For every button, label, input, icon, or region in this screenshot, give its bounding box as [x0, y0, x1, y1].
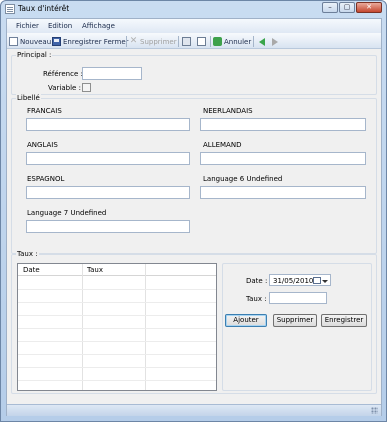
status-bar [7, 404, 381, 416]
new-button-label: Nouveau [20, 37, 52, 46]
forward-arrow-icon [272, 37, 278, 46]
forward-button[interactable] [272, 36, 278, 47]
language-6-input[interactable] [200, 186, 366, 199]
grid-row-line [18, 367, 216, 368]
new-document-icon [9, 37, 18, 46]
print-preview-button[interactable] [197, 36, 208, 47]
column-header-date[interactable]: Date [23, 266, 40, 274]
delete-rate-button[interactable]: Supprimer [273, 314, 317, 327]
print-button[interactable] [182, 36, 193, 47]
save-icon [52, 37, 61, 46]
menu-affichage[interactable]: Affichage [82, 22, 115, 30]
grid-column-divider [82, 264, 83, 390]
maximize-icon: ▢ [343, 3, 351, 11]
toolbar: Nouveau Enregistrer Fermer ✕ Supprimer A… [7, 33, 381, 49]
delete-x-icon: ✕ [129, 36, 138, 46]
client-area: Fichier Edition Affichage Nouveau Enregi… [6, 18, 382, 416]
allemand-input[interactable] [200, 152, 366, 165]
grid-row-line [18, 315, 216, 316]
resize-grip-icon[interactable] [371, 407, 378, 414]
taux-editor-panel: Date : 31/05/2010 Taux : Ajouter Supprim… [222, 263, 372, 391]
grid-column-divider [145, 264, 146, 390]
save-close-button[interactable]: Enregistrer Fermer [52, 36, 129, 47]
column-header-taux[interactable]: Taux [87, 266, 103, 274]
reference-input[interactable] [82, 67, 142, 80]
back-button[interactable] [259, 36, 265, 47]
taux-group: Taux : Date Taux Date : 31/05/2010 Taux … [11, 250, 377, 394]
principal-group-label: Principal : [16, 51, 53, 59]
date-value: 31/05/2010 [273, 277, 314, 285]
taux-label: Taux : [246, 295, 267, 303]
francais-input[interactable] [26, 118, 190, 131]
libelle-group-label: Libellé [16, 94, 41, 102]
menu-edition[interactable]: Edition [48, 22, 72, 30]
save-rate-button[interactable]: Enregistrer [321, 314, 367, 327]
field-label-anglais: ANGLAIS [27, 141, 58, 149]
title-bar[interactable]: Taux d'intérêt – ▢ ✕ [1, 1, 386, 17]
grid-row-line [18, 341, 216, 342]
maximize-button[interactable]: ▢ [339, 2, 355, 13]
principal-group: Principal : Référence : Variable : [11, 51, 377, 95]
app-icon [5, 4, 15, 14]
menu-fichier[interactable]: Fichier [16, 22, 39, 30]
close-icon: ✕ [366, 3, 372, 11]
minimize-icon: – [328, 3, 332, 11]
field-label-neerlandais: NEERLANDAIS [203, 107, 253, 115]
grid-row-line [18, 380, 216, 381]
toolbar-separator [126, 36, 127, 47]
print-icon [182, 37, 191, 46]
libelle-group: Libellé FRANCAIS NEERLANDAIS ANGLAIS ALL… [11, 94, 377, 254]
menu-bar: Fichier Edition Affichage [7, 19, 381, 33]
main-window: Taux d'intérêt – ▢ ✕ Fichier Edition Aff… [0, 0, 387, 422]
taux-grid[interactable]: Date Taux [17, 263, 217, 391]
add-button[interactable]: Ajouter [225, 314, 267, 327]
chevron-down-icon [322, 280, 328, 283]
grid-row-line [18, 328, 216, 329]
new-button[interactable]: Nouveau [9, 36, 51, 47]
variable-checkbox[interactable] [82, 83, 91, 92]
taux-group-label: Taux : [16, 250, 39, 258]
grid-header: Date Taux [18, 264, 216, 276]
save-close-label: Enregistrer Fermer [63, 37, 129, 46]
taux-input[interactable] [269, 292, 327, 304]
field-label-language-7: Language 7 Undefined [27, 209, 107, 217]
field-label-espagnol: ESPAGNOL [27, 175, 65, 183]
field-label-language-6: Language 6 Undefined [203, 175, 283, 183]
grid-row-line [18, 289, 216, 290]
date-label: Date : [246, 277, 268, 285]
language-7-input[interactable] [26, 220, 190, 233]
print-preview-icon [197, 37, 206, 46]
back-arrow-icon [259, 37, 265, 46]
undo-icon [213, 37, 222, 46]
window-controls: – ▢ ✕ [321, 2, 382, 13]
minimize-button[interactable]: – [322, 2, 338, 13]
date-picker[interactable]: 31/05/2010 [269, 274, 331, 286]
delete-label: Supprimer [140, 37, 177, 46]
toolbar-separator [253, 36, 254, 47]
neerlandais-input[interactable] [200, 118, 366, 131]
grid-row-line [18, 302, 216, 303]
anglais-input[interactable] [26, 152, 190, 165]
variable-label: Variable : [48, 84, 81, 92]
undo-label: Annuler [224, 37, 252, 46]
undo-button[interactable]: Annuler [213, 36, 251, 47]
toolbar-separator [178, 36, 179, 47]
field-label-allemand: ALLEMAND [203, 141, 242, 149]
grid-row-line [18, 354, 216, 355]
toolbar-separator [210, 36, 211, 47]
field-label-francais: FRANCAIS [27, 107, 62, 115]
window-title: Taux d'intérêt [18, 4, 70, 13]
delete-button[interactable]: ✕ Supprimer [129, 36, 177, 47]
reference-label: Référence : [43, 70, 83, 78]
close-button[interactable]: ✕ [356, 2, 382, 13]
espagnol-input[interactable] [26, 186, 190, 199]
calendar-icon [313, 277, 321, 284]
